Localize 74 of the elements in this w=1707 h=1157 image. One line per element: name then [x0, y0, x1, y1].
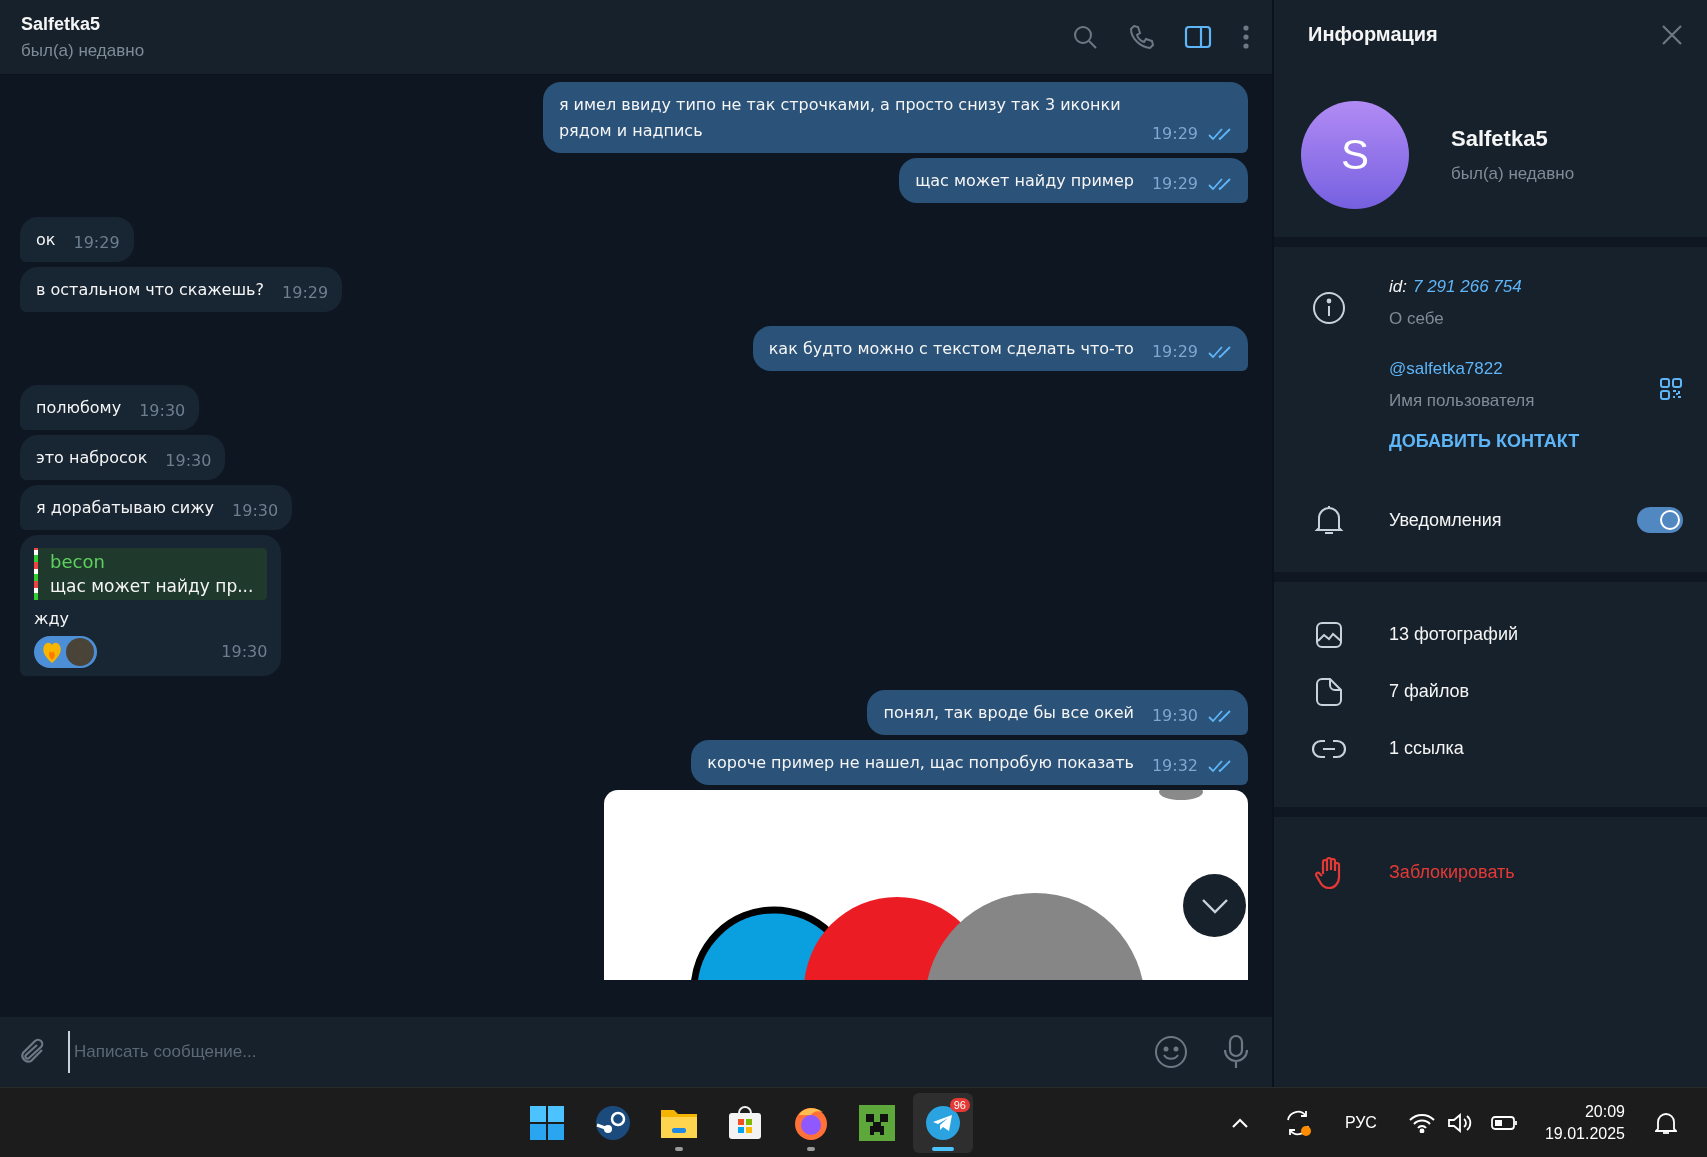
windows-start-icon — [529, 1104, 565, 1141]
username-label: Имя пользователя — [1389, 391, 1536, 411]
info-icon — [1312, 291, 1346, 325]
running-indicator — [807, 1146, 815, 1151]
heart-icon — [42, 640, 62, 664]
more-icon[interactable] — [1242, 24, 1250, 50]
bell-icon — [1312, 504, 1346, 536]
message-time: 19:30 — [139, 400, 186, 422]
running-indicator — [932, 1146, 954, 1151]
emoji-icon[interactable] — [1154, 1035, 1188, 1069]
message-time: 19:30 — [232, 500, 279, 522]
clock[interactable]: 20:09 19.01.2025 — [1544, 1102, 1625, 1143]
reply-quote[interactable]: becon щас может найду пр... — [34, 548, 268, 600]
notifications-toggle[interactable] — [1637, 507, 1683, 533]
message-text: щас может найду пример — [915, 170, 1134, 192]
add-contact-button[interactable]: ДОБАВИТЬ КОНТАКТ — [1389, 431, 1580, 452]
link-icon — [1312, 737, 1346, 760]
running-indicator — [675, 1146, 683, 1151]
username-link[interactable]: @salfetka7822 — [1389, 359, 1659, 379]
chevron-up-icon[interactable] — [1230, 1116, 1249, 1129]
sidebar-icon[interactable] — [1184, 24, 1212, 50]
search-icon[interactable] — [1072, 24, 1098, 50]
message-text: ок — [36, 229, 56, 251]
reaction-chip[interactable] — [34, 636, 97, 668]
profile-name: Salfetka5 — [1451, 126, 1549, 152]
message-text: это набросок — [36, 447, 148, 469]
panel-title: Информация — [1308, 23, 1438, 46]
message-text: я имел ввиду типо не так строчками, а просто снизу так 3 иконки рядом и надпись — [558, 94, 1122, 142]
taskbar-button[interactable]: 96 — [913, 1092, 973, 1153]
message-time: 19:29 — [282, 282, 329, 304]
message-time: 19:29 — [1151, 341, 1198, 363]
microphone-icon[interactable] — [1222, 1034, 1250, 1070]
bio-label: О себе — [1389, 309, 1445, 329]
avatar: S — [1301, 101, 1409, 209]
message-time: 19:30 — [165, 450, 212, 472]
notification-bell-icon[interactable] — [1655, 1110, 1677, 1135]
user-id: 7 291 266 754 — [1412, 277, 1522, 297]
compose-bar[interactable]: Написать сообщение... — [0, 1017, 1272, 1087]
message-time: 19:30 — [221, 641, 268, 663]
avatar — [66, 638, 94, 666]
contact-status: был(а) недавно — [21, 40, 146, 61]
message-time: 19:29 — [73, 232, 120, 254]
battery-icon[interactable] — [1490, 1114, 1519, 1131]
message-time: 19:32 — [1151, 755, 1198, 777]
message-text: как будто можно с текстом сделать что-то — [768, 338, 1134, 360]
media-link[interactable]: 7 файлов — [1389, 681, 1470, 702]
phone-icon[interactable] — [1128, 24, 1154, 50]
creeper-face-icon — [859, 1104, 895, 1141]
message-text: полюбому — [36, 397, 122, 419]
message-time: 19:29 — [1151, 173, 1198, 195]
media-link[interactable]: 1 ссылка — [1389, 738, 1464, 759]
profile-status: был(а) недавно — [1451, 164, 1575, 184]
message-input[interactable]: Написать сообщение... — [68, 1031, 1134, 1073]
message-text: короче пример не нашел, щас попробую показать — [707, 752, 1134, 774]
block-button[interactable]: Заблокировать — [1389, 862, 1515, 883]
notifications-label: Уведомления — [1389, 509, 1503, 531]
wifi-icon[interactable] — [1408, 1112, 1435, 1133]
message-text: понял, так вроде бы все окей — [883, 702, 1134, 724]
speaker-icon[interactable] — [1446, 1111, 1473, 1134]
message-time: 19:29 — [1151, 123, 1198, 145]
unread-badge: 96 — [949, 1097, 970, 1112]
store-bag-icon — [727, 1104, 763, 1141]
message-text: в остальном что скажешь? — [36, 279, 265, 301]
media-link[interactable]: 13 фотографий — [1389, 624, 1518, 645]
message-time: 19:30 — [1151, 705, 1198, 727]
language-indicator[interactable]: РУС — [1344, 1113, 1377, 1132]
qr-code-icon[interactable] — [1659, 377, 1683, 401]
id-label: id: — [1389, 277, 1407, 297]
contact-name: Salfetka5 — [21, 13, 102, 35]
message-text: жду — [34, 608, 70, 630]
chevron-down-icon — [1200, 897, 1229, 914]
message-text: я дорабатываю сижу — [36, 497, 214, 519]
close-icon[interactable] — [1661, 23, 1683, 46]
steam-app-icon — [595, 1104, 631, 1141]
